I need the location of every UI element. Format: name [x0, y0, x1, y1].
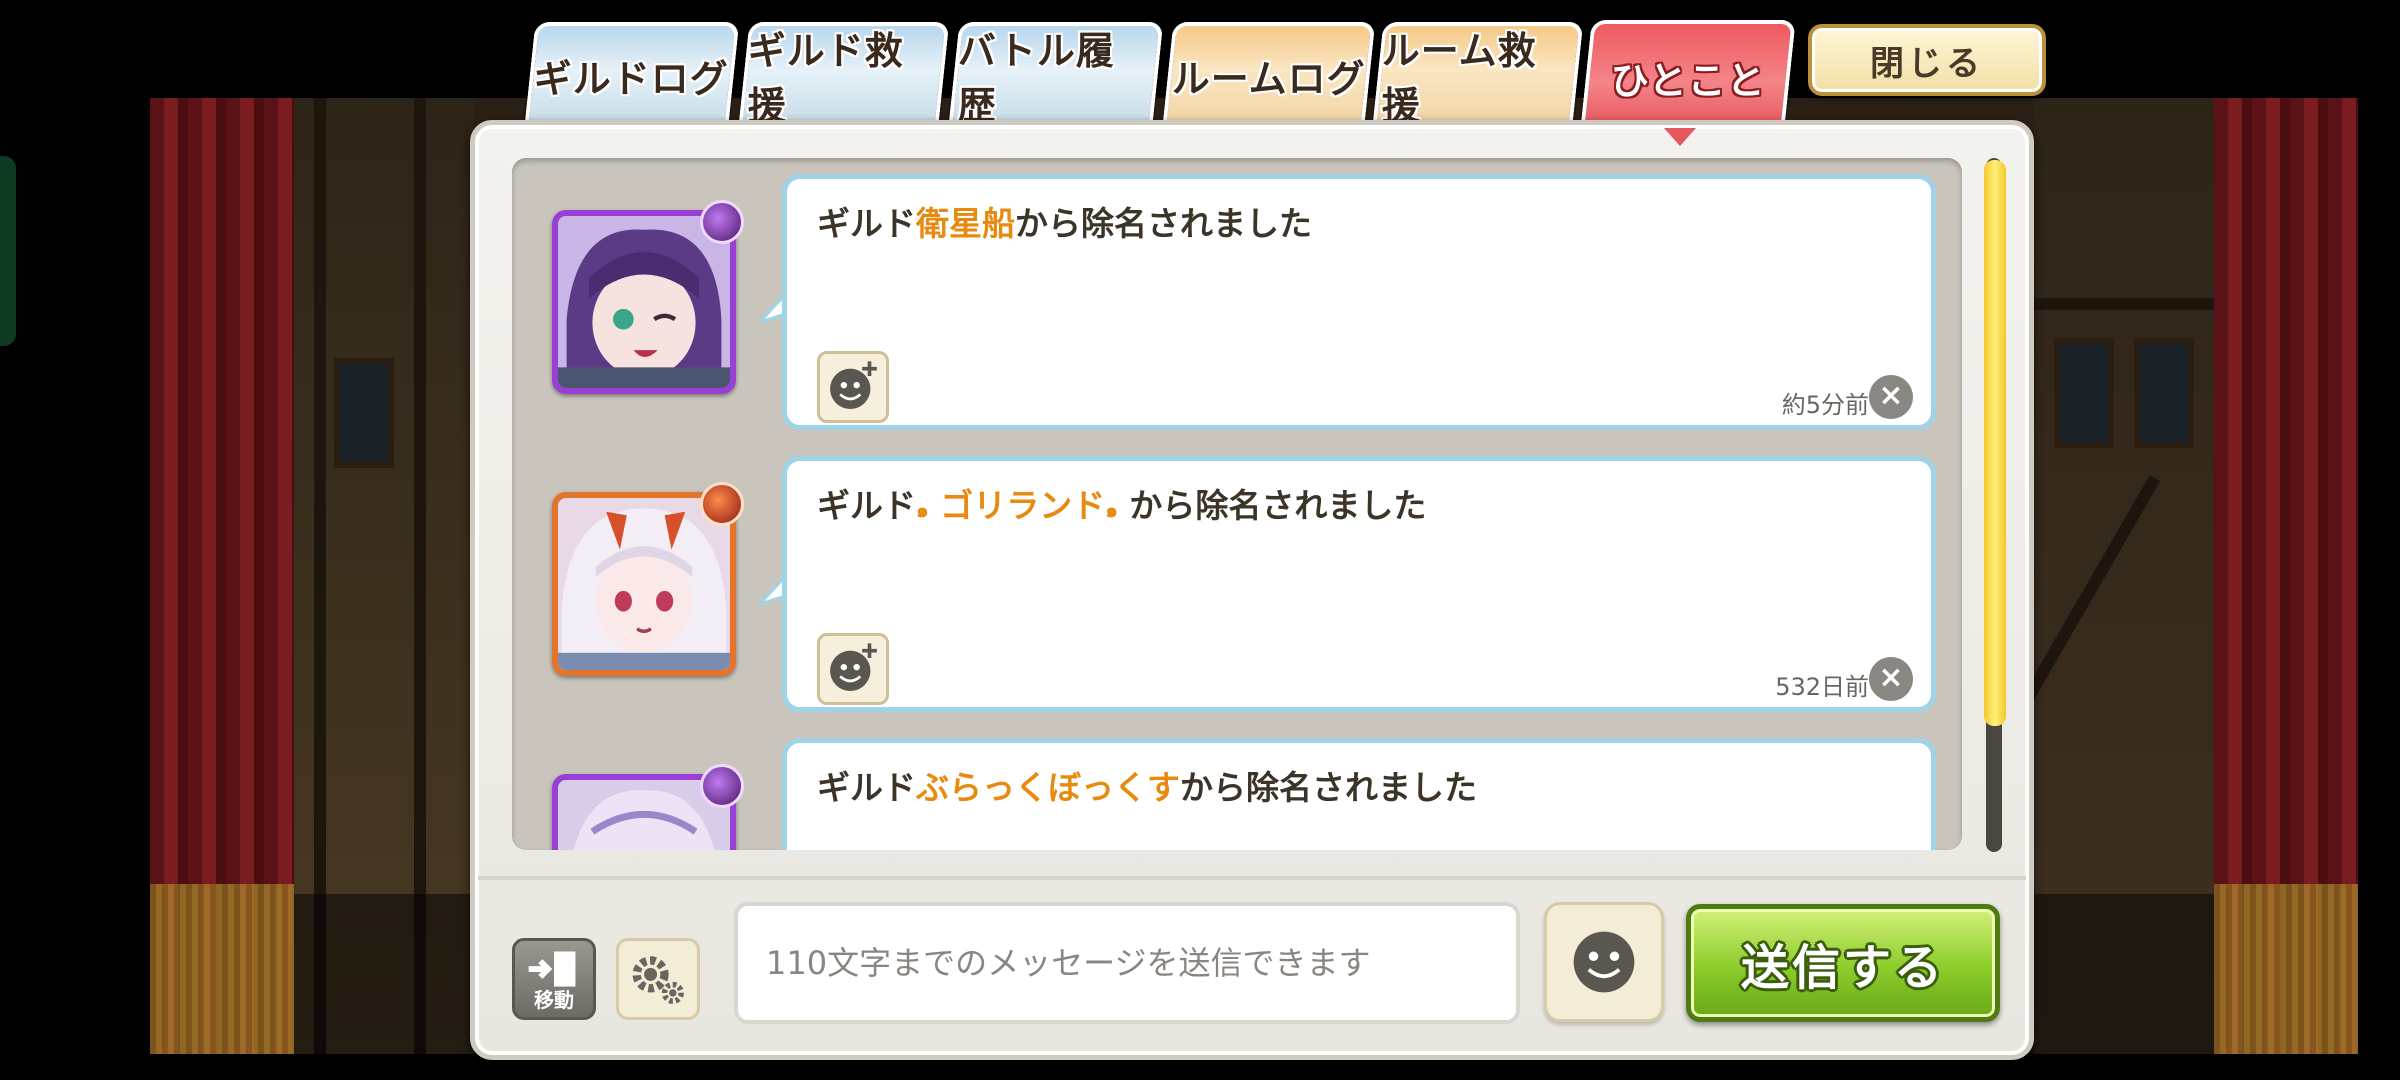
tab-guild-rescue[interactable]: ギルド救援	[738, 22, 950, 128]
close-button-label: 閉じる	[1870, 43, 1984, 84]
send-button-label: 送信する	[1740, 940, 1945, 996]
divider	[478, 876, 2026, 880]
tab-room-rescue[interactable]: ルーム救援	[1372, 22, 1584, 128]
dark-element-icon	[700, 200, 744, 244]
guild-name-decoration: ๑	[1105, 498, 1118, 522]
guild-name[interactable]: ぶらっくぼっくす	[916, 768, 1180, 807]
curtain-right	[2214, 98, 2358, 1054]
message-text: ギルド衛星船から除名されました	[817, 197, 1312, 245]
message-bubble: ギルド๑ ゴリランド๑ から除名されました 532日前 ×	[782, 456, 1936, 712]
list-item: ギルド衛星船から除名されました 約5分前 ×	[512, 158, 1962, 430]
emoji-stamp-button[interactable]	[1544, 902, 1664, 1022]
list-item: ギルド๑ ゴリランド๑ から除名されました 532日前 ×	[512, 440, 1962, 712]
message-text: ギルドぶらっくぼっくすから除名されました	[817, 761, 1477, 809]
message-prefix: ギルド	[817, 768, 916, 807]
delete-message-button[interactable]: ×	[1869, 375, 1913, 419]
tab-label: ひとこと	[1610, 58, 1766, 103]
guild-name[interactable]: ๑ ゴリランド๑	[916, 486, 1129, 525]
add-stamp-icon	[830, 361, 877, 409]
settings-button[interactable]	[616, 938, 700, 1020]
tab-label: ルームログ	[1171, 56, 1366, 101]
message-suffix: から除名されました	[1015, 204, 1312, 243]
dark-element-icon	[700, 764, 744, 808]
message-timestamp: 約5分前	[1781, 391, 1869, 419]
list-item: ギルドぶらっくぼっくすから除名されました	[512, 722, 1962, 850]
message-text: ギルド๑ ゴリランド๑ から除名されました	[817, 479, 1426, 527]
add-stamp-icon	[830, 643, 877, 691]
message-bubble: ギルドぶらっくぼっくすから除名されました	[782, 738, 1936, 850]
message-input[interactable]	[734, 902, 1520, 1024]
message-prefix: ギルド	[817, 204, 916, 243]
message-bubble: ギルド衛星船から除名されました 約5分前 ×	[782, 174, 1936, 430]
message-timestamp: 532日前	[1775, 673, 1869, 701]
tab-label: バトル履歴	[957, 29, 1115, 128]
scrollbar-thumb[interactable]	[1984, 160, 2006, 726]
guild-name-decoration: ๑	[916, 498, 929, 522]
side-edge-tab[interactable]	[0, 156, 16, 346]
add-reaction-button[interactable]	[817, 633, 889, 705]
add-reaction-button[interactable]	[817, 351, 889, 423]
message-suffix: から除名されました	[1180, 768, 1477, 807]
smiley-icon	[1573, 931, 1635, 993]
guild-name-text: ゴリランド	[940, 486, 1106, 525]
message-list[interactable]: ギルド衛星船から除名されました 約5分前 × ギルド๑ ゴリランド๑ から除名さ…	[512, 158, 1962, 850]
tab-hitokoto[interactable]: ひとこと	[1580, 20, 1796, 130]
fire-element-icon	[700, 482, 744, 526]
tab-label: ルーム救援	[1381, 29, 1537, 128]
active-tab-pointer	[1664, 128, 1696, 146]
tab-label: ギルド救援	[747, 29, 904, 128]
delete-message-button[interactable]: ×	[1869, 657, 1913, 701]
guild-name[interactable]: 衛星船	[916, 204, 1015, 243]
message-suffix: から除名されました	[1129, 486, 1427, 525]
tab-room-log[interactable]: ルームログ	[1162, 22, 1376, 124]
tab-battle-history[interactable]: バトル履歴	[948, 22, 1164, 128]
move-button-label: 移動	[534, 988, 574, 1012]
message-prefix: ギルド	[817, 486, 916, 525]
tab-label: ギルドログ	[534, 56, 730, 101]
close-button[interactable]: 閉じる	[1808, 24, 2046, 96]
curtain-left	[150, 98, 294, 1054]
move-button[interactable]: 移動	[512, 938, 596, 1020]
gear-icon	[632, 956, 684, 1005]
send-button[interactable]: 送信する	[1686, 904, 2000, 1022]
tab-guild-log[interactable]: ギルドログ	[524, 22, 740, 124]
